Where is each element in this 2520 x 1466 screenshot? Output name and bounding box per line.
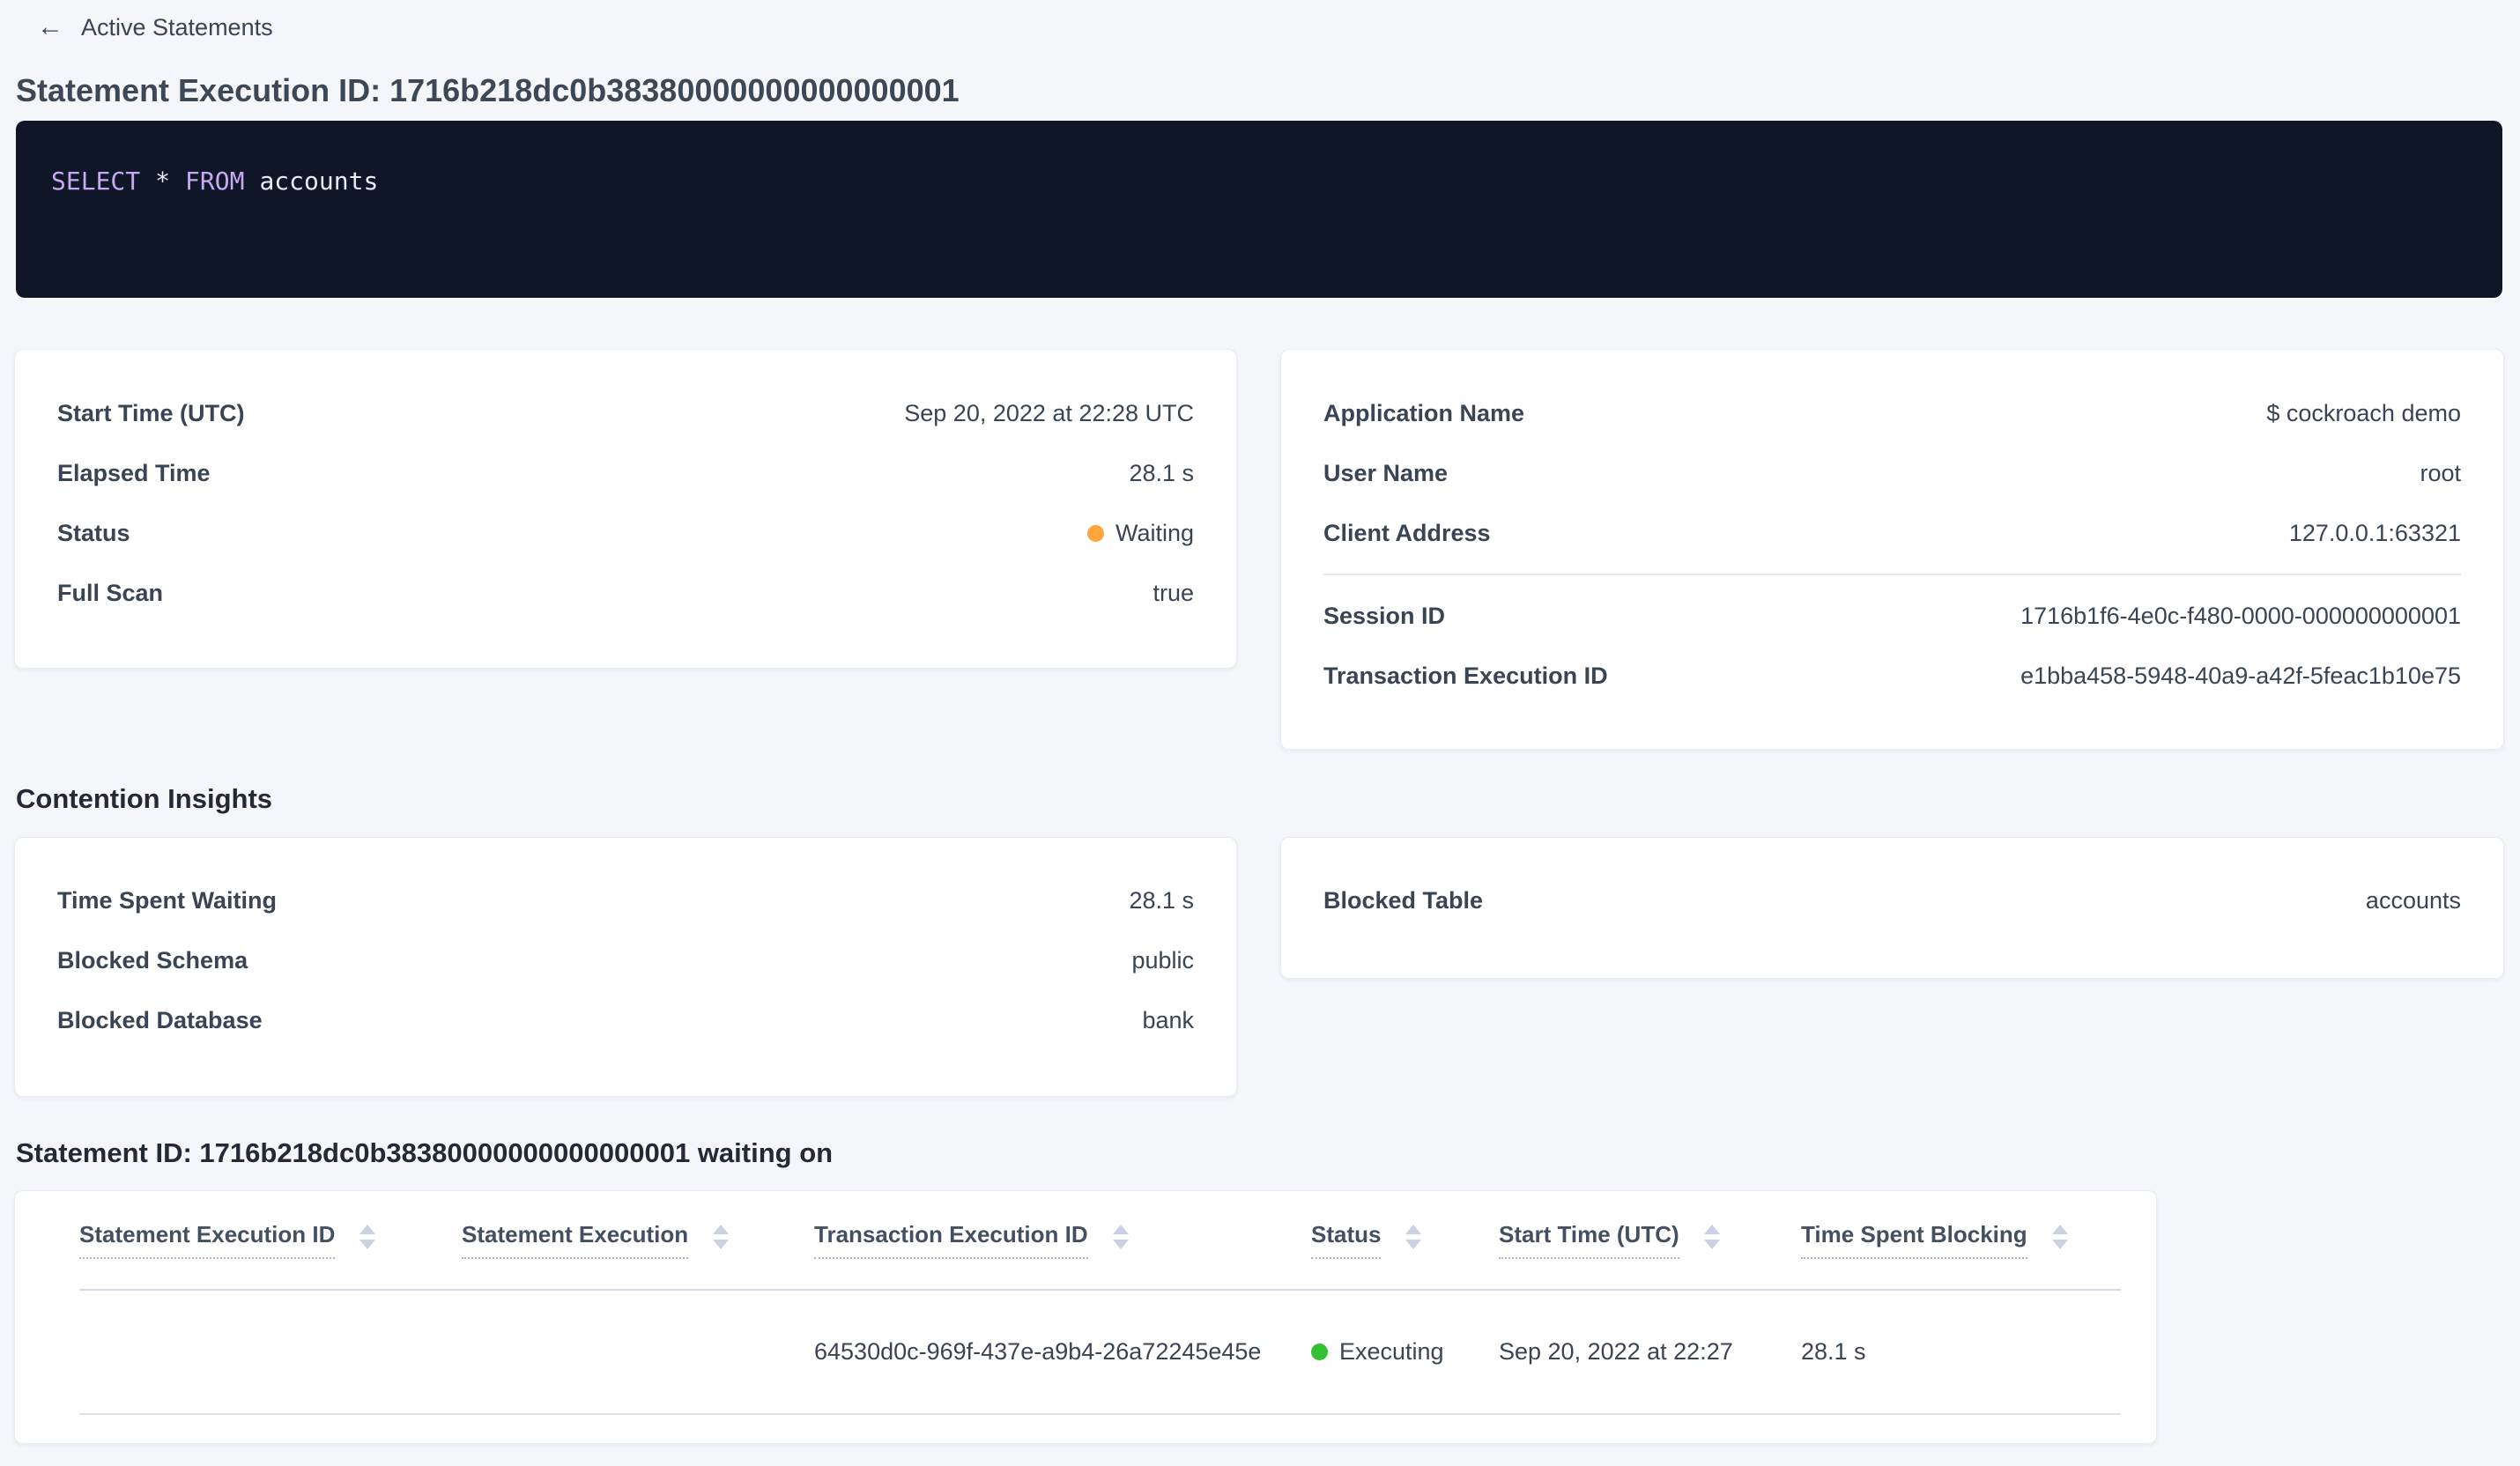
info-row-full-scan: Full Scan true [57,563,1194,623]
status-badge: Waiting [1086,519,1194,547]
blocked-schema-value: public [1131,947,1194,974]
waiting-on-table: Statement Execution ID Statement Executi… [14,1190,2157,1445]
sort-icon[interactable] [2051,1224,2068,1249]
sql-statement-box: SELECT * FROM accounts [16,121,2502,298]
statement-overview-card: Start Time (UTC) Sep 20, 2022 at 22:28 U… [14,349,1237,669]
contention-waiting-card: Time Spent Waiting 28.1 s Blocked Schema… [14,836,1237,1097]
session-id-link[interactable]: 1716b1f6-4e0c-f480-0000-000000000001 [2020,603,2461,630]
table-row: 64530d0c-969f-437e-a9b4-26a72245e45e Exe… [79,1291,2121,1416]
table-header-row: Statement Execution ID Statement Executi… [79,1191,2121,1292]
info-row-user-name: User Name root [1323,443,2461,503]
application-name-value: $ cockroach demo [2266,399,2461,426]
card-divider [1323,574,2461,575]
session-details-card: Application Name $ cockroach demo User N… [1280,349,2504,750]
user-name-value: root [2420,459,2461,486]
info-row-status: Status Waiting [57,503,1194,563]
contention-insights-heading: Contention Insights [16,783,273,814]
column-header-transaction-execution-id[interactable]: Transaction Execution ID [814,1221,1311,1260]
start-time-label: Start Time (UTC) [57,399,245,426]
info-row-session-id: Session ID 1716b1f6-4e0c-f480-0000-00000… [1323,586,2461,646]
client-address-value: 127.0.0.1:63321 [2288,519,2461,546]
page-title: Statement Execution ID: 1716b218dc0b3838… [16,72,960,108]
start-time-value: Sep 20, 2022 at 22:28 UTC [904,399,1194,426]
sort-icon[interactable] [1112,1224,1129,1249]
blocked-table-card: Blocked Table accounts [1280,836,2504,979]
back-link-active-statements[interactable]: ← Active Statements [37,12,273,42]
full-scan-value: true [1153,579,1194,606]
back-link-label: Active Statements [81,13,273,41]
client-address-label: Client Address [1323,519,1491,546]
blocked-table-value: accounts [2365,887,2461,914]
cell-status-value: Executing [1339,1338,1444,1366]
waiting-on-heading: Statement ID: 1716b218dc0b38380000000000… [16,1137,834,1168]
blocked-database-value: bank [1142,1007,1194,1034]
time-spent-waiting-label: Time Spent Waiting [57,887,278,914]
blocked-schema-label: Blocked Schema [57,947,248,974]
info-row-client-address: Client Address 127.0.0.1:63321 [1323,503,2461,563]
blocked-database-label: Blocked Database [57,1007,263,1034]
sql-star: * [155,167,171,196]
sql-statement: SELECT * FROM accounts [51,167,2467,196]
sql-keyword-select: SELECT [51,167,141,196]
column-header-statement-execution-id[interactable]: Statement Execution ID [79,1221,462,1260]
elapsed-time-label: Elapsed Time [57,459,211,486]
session-id-label: Session ID [1323,602,1446,629]
column-header-statement-execution[interactable]: Statement Execution [462,1221,814,1260]
elapsed-time-value: 28.1 s [1129,459,1194,486]
sort-icon[interactable] [1405,1224,1422,1249]
column-header-time-spent-blocking[interactable]: Time Spent Blocking [1801,1221,2121,1260]
status-value: Waiting [1115,519,1194,546]
transaction-execution-id-label: Transaction Execution ID [1323,662,1608,689]
full-scan-label: Full Scan [57,579,164,606]
info-row-time-spent-waiting: Time Spent Waiting 28.1 s [57,871,1194,931]
column-header-status[interactable]: Status [1311,1221,1499,1260]
info-row-blocked-schema: Blocked Schema public [57,931,1194,991]
sql-table-name: accounts [259,167,379,196]
info-row-application-name: Application Name $ cockroach demo [1323,383,2461,443]
blocked-table-label: Blocked Table [1323,887,1484,914]
info-row-start-time: Start Time (UTC) Sep 20, 2022 at 22:28 U… [57,383,1194,443]
time-spent-waiting-value: 28.1 s [1129,887,1194,914]
column-header-start-time[interactable]: Start Time (UTC) [1499,1221,1801,1260]
cell-start-time: Sep 20, 2022 at 22:27 [1499,1338,1733,1366]
sql-keyword-from: FROM [185,167,245,196]
back-arrow-icon: ← [37,12,63,41]
info-row-blocked-database: Blocked Database bank [57,991,1194,1051]
cell-status: Executing [1311,1338,1499,1366]
status-waiting-dot-icon [1086,524,1104,542]
info-row-blocked-table: Blocked Table accounts [1323,871,2461,931]
sort-icon[interactable] [1703,1224,1720,1249]
application-name-label: Application Name [1323,399,1525,426]
sort-icon[interactable] [713,1224,730,1249]
info-row-transaction-execution-id: Transaction Execution ID e1bba458-5948-4… [1323,646,2461,706]
sort-icon[interactable] [359,1224,376,1249]
user-name-label: User Name [1323,459,1449,486]
status-label: Status [57,519,130,546]
cell-transaction-execution-id: 64530d0c-969f-437e-a9b4-26a72245e45e [814,1338,1262,1366]
transaction-execution-id-link[interactable]: e1bba458-5948-40a9-a42f-5feac1b10e75 [2020,663,2461,690]
info-row-elapsed-time: Elapsed Time 28.1 s [57,443,1194,503]
cell-time-spent-blocking: 28.1 s [1801,1338,1866,1366]
status-executing-dot-icon [1311,1344,1328,1361]
